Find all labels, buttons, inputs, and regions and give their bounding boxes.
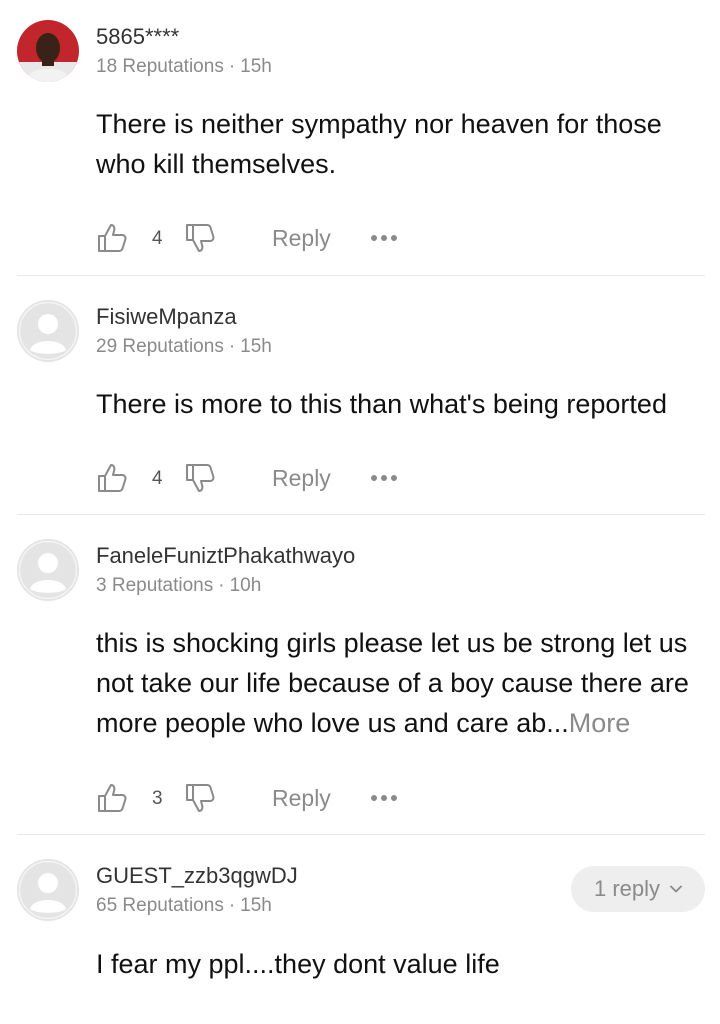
timestamp: 15h [240,336,272,357]
thumbs-down-icon[interactable] [184,462,216,494]
like-count: 4 [152,468,163,489]
reputation-count: 65 Reputations [96,895,224,916]
comment-actions: 3 Reply [96,782,416,816]
username[interactable]: FaneleFuniztPhakathwayo [96,543,355,569]
username[interactable]: FisiweMpanza [96,304,237,330]
meta-separator: · [228,336,236,357]
default-avatar-icon[interactable] [17,300,79,362]
comment-text: I fear my ppl....they dont value life [96,949,500,979]
thumbs-up-icon[interactable] [96,782,128,814]
comment-text: There is more to this than what's being … [96,389,667,419]
replies-count-label: 1 reply [593,876,661,901]
meta-separator: · [228,56,236,77]
user-avatar[interactable] [17,20,79,82]
more-link[interactable]: More [569,708,631,738]
like-count: 4 [152,228,163,249]
timestamp: 15h [240,56,272,77]
comment-text: There is neither sympathy nor heaven for… [96,109,662,179]
reply-button[interactable]: Reply [272,225,331,252]
reputation-count: 18 Reputations [96,56,224,77]
view-replies-button[interactable]: 1 reply [571,866,705,912]
reply-button[interactable]: Reply [272,785,331,812]
username[interactable]: 5865**** [96,24,179,50]
timestamp: 15h [240,895,272,916]
comment-actions: 4 Reply [96,462,416,496]
default-avatar-icon[interactable] [17,539,79,601]
chevron-down-icon [670,885,682,893]
comment-divider [17,514,705,515]
comment-meta: 3 Reputations · 10h [96,575,261,597]
reputation-count: 29 Reputations [96,336,224,357]
reputation-count: 3 Reputations [96,575,214,596]
comment-text: this is shocking girls please let us be … [96,623,708,743]
meta-separator: · [228,895,236,916]
thumbs-down-icon[interactable] [184,222,216,254]
thumbs-up-icon[interactable] [96,222,128,254]
comment-meta: 29 Reputations · 15h [96,336,272,358]
comment-divider [17,275,705,276]
comment-divider [17,834,705,835]
thumbs-down-icon[interactable] [184,782,216,814]
more-dots-icon[interactable] [370,794,398,802]
username[interactable]: GUEST_zzb3qgwDJ [96,863,298,889]
comment-meta: 18 Reputations · 15h [96,56,272,78]
reply-button[interactable]: Reply [272,465,331,492]
meta-separator: · [218,575,225,596]
timestamp: 10h [229,575,262,596]
like-count: 3 [152,788,163,809]
more-dots-icon[interactable] [370,474,398,482]
more-dots-icon[interactable] [370,234,398,242]
comment-actions: 4 Reply [96,222,416,256]
comment-meta: 65 Reputations · 15h [96,895,272,917]
thumbs-up-icon[interactable] [96,462,128,494]
default-avatar-icon[interactable] [17,859,79,921]
